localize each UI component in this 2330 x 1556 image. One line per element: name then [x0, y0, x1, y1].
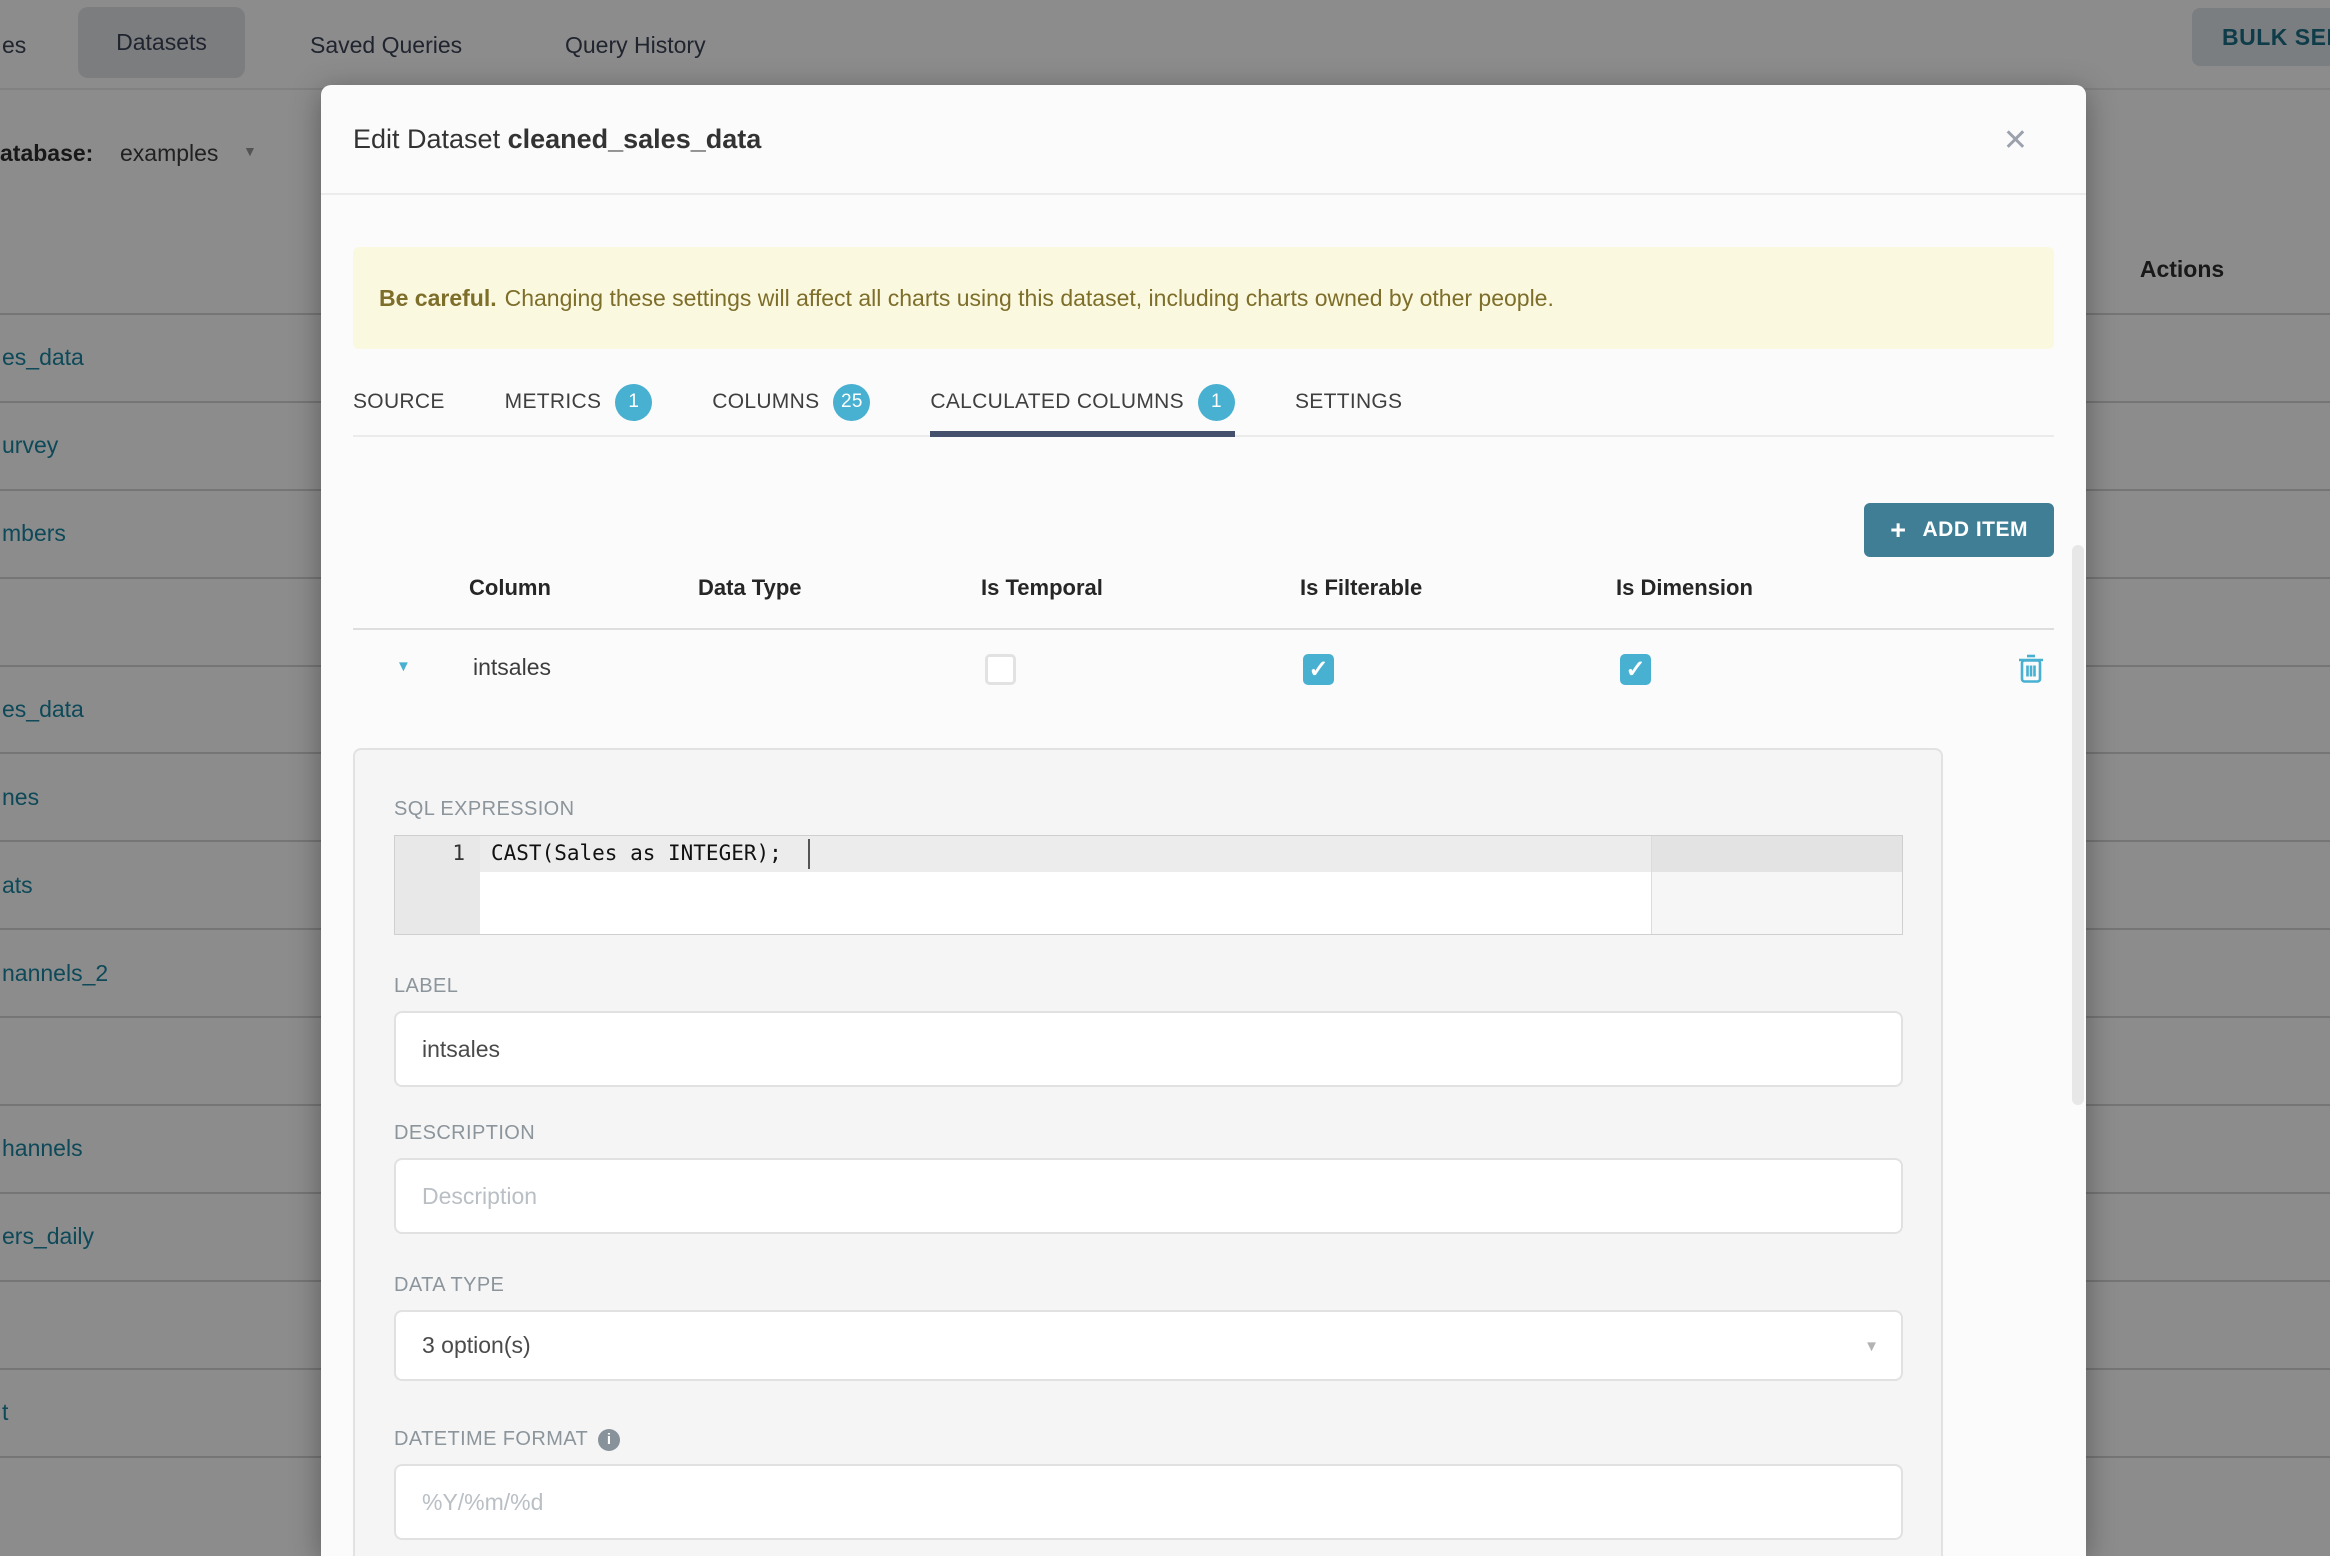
modal-title-prefix: Edit Dataset — [353, 123, 508, 154]
column-name: intsales — [473, 654, 551, 680]
modal-tab[interactable]: SETTINGS — [1295, 375, 1402, 435]
sql-editor[interactable]: 1 CAST(Sales as INTEGER); — [394, 835, 1903, 935]
label-field-group: LABEL — [394, 975, 1903, 1087]
expand-caret-icon[interactable]: ▼ — [396, 658, 411, 675]
editor-print-margin — [1651, 836, 1902, 934]
tab-count-badge: 25 — [833, 383, 871, 421]
modal-scrollbar[interactable] — [2072, 545, 2084, 1105]
label-field-label: LABEL — [394, 975, 459, 997]
modal-body: Be careful. Changing these settings will… — [321, 247, 2086, 1556]
description-field-group: DESCRIPTION — [394, 1122, 1903, 1234]
modal-tab[interactable]: CALCULATED COLUMNS 1 — [930, 375, 1235, 437]
is-filterable-header: Is Filterable — [1300, 575, 1423, 600]
label-input[interactable] — [394, 1011, 1903, 1087]
tab-label: SOURCE — [353, 390, 445, 413]
tab-label: COLUMNS — [712, 390, 820, 413]
calculated-columns-header-row: Column Data Type Is Temporal Is Filterab… — [353, 557, 2054, 630]
warning-text: Changing these settings will affect all … — [504, 284, 1554, 311]
close-icon[interactable]: ✕ — [2003, 85, 2028, 195]
text-cursor — [808, 839, 810, 869]
tab-label: SETTINGS — [1294, 390, 1403, 413]
modal-title-dataset-name: cleaned_sales_data — [507, 123, 762, 154]
tab-label: METRICS — [504, 390, 602, 413]
trash-icon[interactable] — [2018, 652, 2044, 684]
add-item-row: + ADD ITEM — [353, 503, 2054, 557]
datetime-format-label-text: DATETIME FORMAT — [394, 1428, 589, 1450]
check-icon: ✓ — [1625, 656, 1646, 683]
edit-dataset-modal: Edit Dataset cleaned_sales_data ✕ Be car… — [321, 85, 2086, 1556]
modal-tab[interactable]: METRICS 1 — [505, 375, 653, 435]
tab-label: CALCULATED COLUMNS — [930, 390, 1184, 413]
data-type-field-label: DATA TYPE — [394, 1274, 505, 1296]
modal-tabs: SOURCE METRICS 1 COLUMNS 25 CALCULATED C… — [353, 375, 2054, 437]
is-temporal-checkbox[interactable]: ✓ — [985, 654, 1016, 685]
sql-code: CAST(Sales as INTEGER); — [491, 841, 782, 865]
tab-count-badge: 1 — [1197, 383, 1235, 421]
modal-header: Edit Dataset cleaned_sales_data ✕ — [321, 85, 2086, 195]
is-filterable-checkbox[interactable]: ✓ — [1303, 654, 1334, 685]
calculated-column-detail-panel: SQL EXPRESSION 1 CAST(Sales as INTEGER);… — [353, 748, 1943, 1556]
warning-banner: Be careful. Changing these settings will… — [353, 247, 2054, 349]
modal-tab[interactable]: COLUMNS 25 — [712, 375, 871, 435]
tab-count-badge: 1 — [615, 383, 653, 421]
datetime-format-field-group: DATETIME FORMAT i — [394, 1428, 1903, 1540]
description-field-label: DESCRIPTION — [394, 1122, 536, 1144]
is-temporal-header: Is Temporal — [981, 575, 1103, 600]
add-item-label: ADD ITEM — [1922, 518, 2028, 541]
column-header: Column — [469, 575, 551, 600]
data-type-select[interactable]: 3 option(s) ▼ — [394, 1310, 1903, 1381]
plus-icon: + — [1890, 514, 1907, 545]
chevron-down-icon: ▼ — [1864, 1338, 1879, 1355]
info-icon[interactable]: i — [598, 1428, 621, 1451]
data-type-value: 3 option(s) — [422, 1332, 531, 1358]
sql-expression-label: SQL EXPRESSION — [394, 798, 575, 820]
data-type-field-group: DATA TYPE 3 option(s) ▼ — [394, 1274, 1903, 1381]
data-type-header: Data Type — [698, 575, 802, 600]
is-dimension-checkbox[interactable]: ✓ — [1620, 654, 1651, 685]
modal-title: Edit Dataset cleaned_sales_data — [353, 124, 761, 155]
calculated-column-row: ▼ intsales ✓ ✓ ✓ — [353, 630, 2054, 714]
datetime-format-input[interactable] — [394, 1464, 1903, 1540]
modal-tab[interactable]: SOURCE — [353, 375, 445, 435]
screen: es Datasets Saved Queries Query History … — [0, 0, 2330, 1556]
is-dimension-header: Is Dimension — [1616, 575, 1753, 600]
check-icon: ✓ — [1308, 656, 1329, 683]
datetime-format-field-label: DATETIME FORMAT i — [394, 1428, 1902, 1451]
add-item-button[interactable]: + ADD ITEM — [1864, 503, 2054, 557]
description-input[interactable] — [394, 1158, 1903, 1234]
warning-bold-text: Be careful. — [379, 284, 497, 311]
line-number: 1 — [452, 841, 465, 865]
